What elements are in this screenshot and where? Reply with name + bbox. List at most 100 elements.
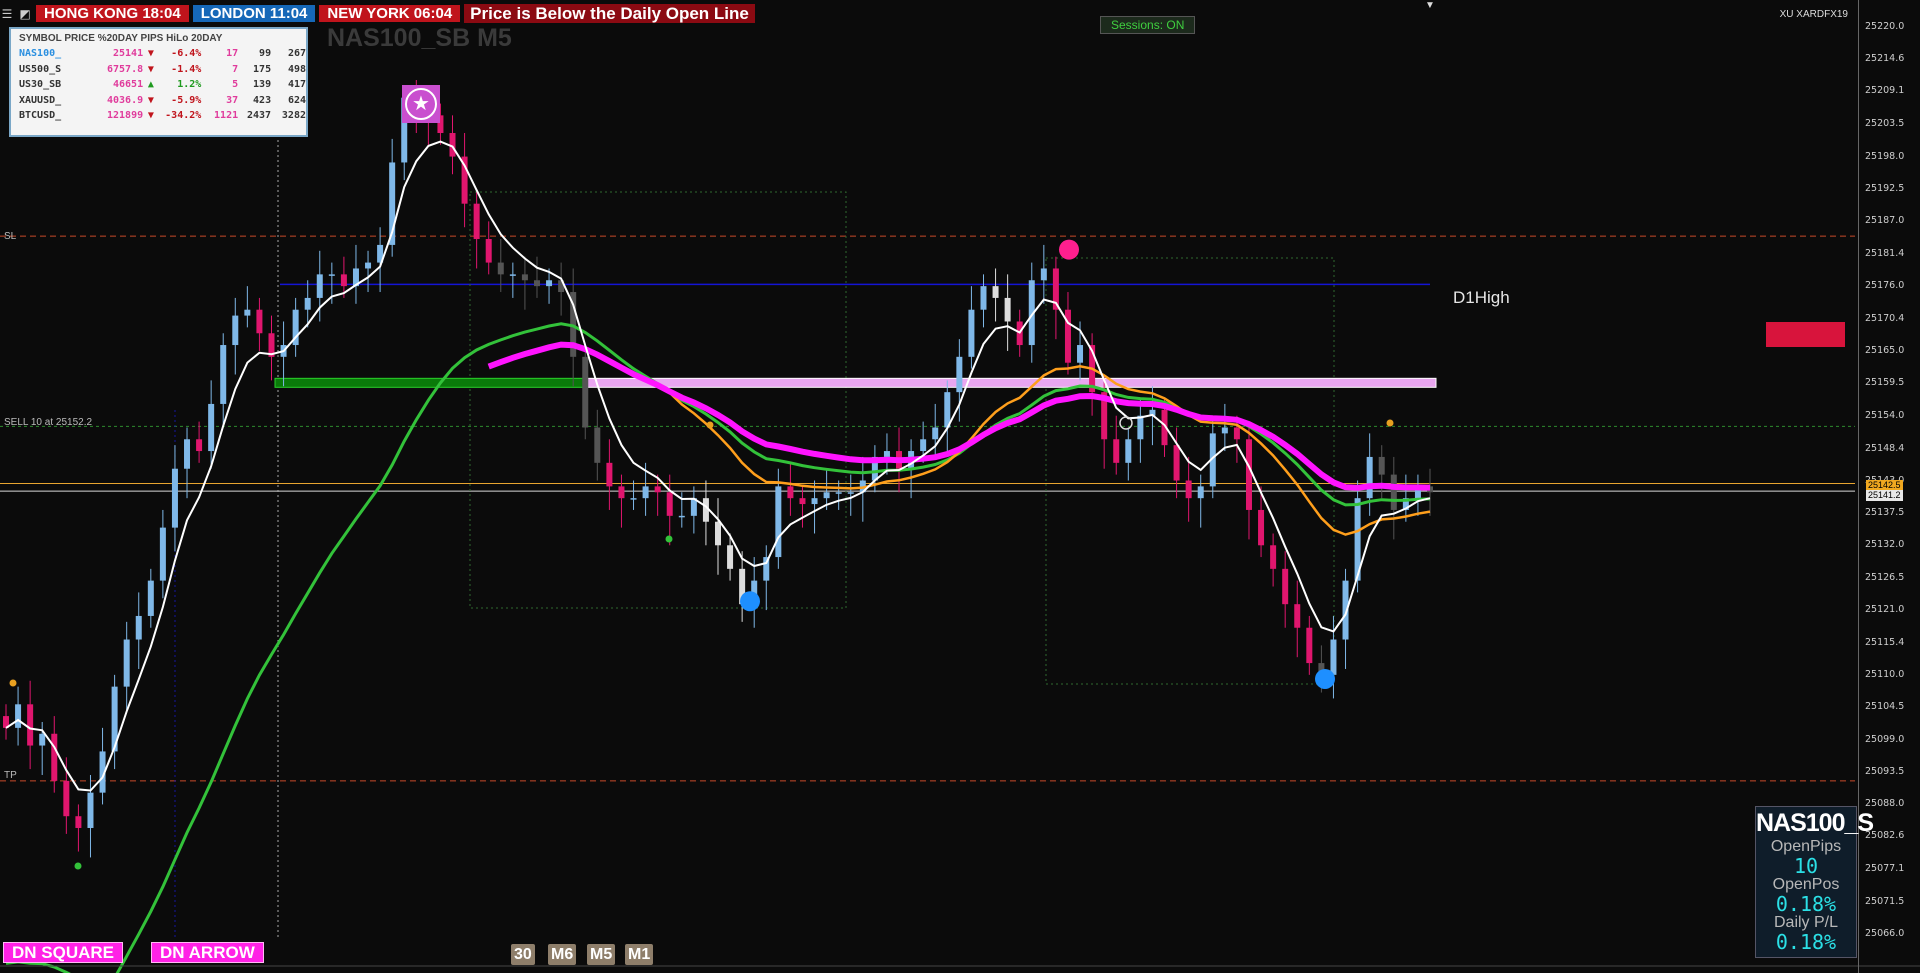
settings-icon[interactable]: ◩ [18, 7, 32, 21]
candle-body [654, 486, 661, 493]
dn-square-button[interactable]: DN SQUARE [3, 942, 124, 963]
candle-body [1306, 627, 1313, 664]
session-bar: ☰ ◩ HONG KONG 18:04 LONDON 11:04 NEW YOR… [0, 4, 755, 23]
tf-m1-button[interactable]: M1 [625, 944, 654, 965]
open-pips-value: 10 [1793, 854, 1819, 878]
price-chart[interactable] [0, 0, 1920, 973]
price-tick: 25165.0 [1865, 344, 1905, 356]
tf-30-button[interactable]: 30 [511, 944, 535, 965]
fractal-dot [706, 421, 714, 429]
candle-body [39, 733, 46, 746]
candle-body [1245, 439, 1252, 510]
candle-body [1004, 297, 1011, 322]
price-tick: 25126.5 [1865, 571, 1905, 583]
candle-body [171, 468, 178, 528]
price-tick: 25110.0 [1865, 668, 1905, 680]
candle-body [63, 780, 70, 817]
signal-dot [740, 591, 760, 612]
broker-label: XU XARDFX19 [1779, 9, 1848, 20]
price-tick: 25137.5 [1865, 506, 1905, 518]
row-symbol: US500_S [19, 63, 62, 75]
tf-m6-button[interactable]: M6 [548, 944, 577, 965]
signal-dot [1315, 668, 1335, 689]
candle-body [75, 816, 82, 828]
price-tick: 25203.5 [1865, 118, 1905, 130]
candle-body [1282, 568, 1289, 605]
open-pos-value: 0.18% [1775, 892, 1837, 916]
candle-body [992, 286, 999, 298]
row-symbol: XAUUSD_ [19, 94, 62, 106]
candle-body [87, 792, 94, 828]
row-arrow: ▼ [147, 48, 154, 60]
row-hilo: 139 [253, 79, 272, 91]
row-price: 6757.8 [106, 63, 144, 75]
symbol-watermark: NAS100_SB M5 [327, 24, 512, 52]
tf-m5-button[interactable]: M5 [587, 944, 616, 965]
row-d20: 267 [287, 48, 306, 60]
demand-zone [274, 377, 586, 388]
price-tick: 25066.0 [1865, 928, 1905, 939]
row-d20: 3282 [281, 110, 306, 122]
candle-body [956, 356, 963, 393]
row-arrow: ▲ [147, 79, 154, 91]
row-hilo: 2437 [247, 110, 272, 122]
row-pct: -6.4% [171, 48, 202, 60]
table-row[interactable]: BTCUSD_ 121899 ▼ -34.2% 1121 2437 3282 [11, 108, 306, 124]
price-tick: 25214.6 [1865, 52, 1905, 64]
price-tick: 25159.5 [1865, 377, 1905, 389]
row-pips: 7 [232, 63, 239, 75]
table-row[interactable]: US30_SB 46651 ▲ 1.2% 5 139 417 [11, 77, 306, 93]
candle-body [51, 733, 58, 781]
price-tick: 25077.1 [1865, 862, 1905, 874]
price-tick: 25071.5 [1865, 895, 1905, 907]
row-d20: 417 [287, 79, 306, 91]
price-tick: 25115.4 [1865, 637, 1905, 649]
sessions-toggle-button[interactable]: Sessions: ON [1100, 16, 1196, 34]
price-tick: 25093.5 [1865, 766, 1905, 778]
candle-body [847, 492, 854, 494]
candle-body [123, 639, 130, 687]
candle-body [196, 439, 203, 452]
table-row[interactable]: NAS100_ 25141 ▼ -6.4% 17 99 267 [11, 46, 306, 62]
candle-body [968, 309, 975, 357]
row-arrow: ▼ [147, 63, 154, 75]
dn-arrow-button[interactable]: DN ARROW [151, 942, 264, 963]
row-arrow: ▼ [147, 94, 154, 106]
sl-label: SL [4, 231, 17, 242]
candle-body [232, 315, 239, 346]
price-tick: 25148.4 [1865, 442, 1905, 454]
row-pips: 5 [232, 79, 239, 91]
candle-body [1185, 480, 1192, 499]
candle-body [787, 486, 794, 499]
candle-body [159, 527, 166, 581]
candle-body [799, 498, 806, 505]
signal-star-icon: ★ [402, 85, 440, 123]
candle-body [340, 274, 347, 287]
chart-shift-caret[interactable]: ▼ [1425, 0, 1435, 11]
price-tick: 25176.0 [1865, 280, 1905, 292]
account-panel: NAS100_S OpenPips 10 OpenPos 0.18% Daily… [1755, 806, 1874, 958]
candle-body [365, 262, 372, 269]
price-tick: 25209.1 [1865, 85, 1905, 97]
candle-body [485, 239, 492, 263]
table-row[interactable]: US500_S 6757.8 ▼ -1.4% 7 175 498 [11, 62, 306, 78]
candle-body [509, 274, 516, 276]
sell-order-label[interactable]: SELL 10 at 25152.2 [4, 417, 92, 428]
price-tick: 25088.0 [1865, 798, 1905, 810]
candle-body [1270, 545, 1277, 569]
daily-open-message: Price is Below the Daily Open Line [464, 4, 755, 23]
candle-body [715, 521, 721, 546]
menu-icon[interactable]: ☰ [0, 7, 14, 21]
sell-indicator-box[interactable] [1766, 322, 1845, 347]
row-pct: -5.9% [171, 94, 202, 106]
candle-body [618, 486, 625, 499]
row-pct: 1.2% [177, 79, 202, 91]
row-price: 4036.9 [106, 94, 144, 106]
table-header: SYMBOL PRICE %20DAY PIPS HiLo 20DAY [19, 33, 223, 44]
candle-body [184, 439, 191, 469]
table-row[interactable]: XAUUSD_ 4036.9 ▼ -5.9% 37 423 624 [11, 93, 306, 109]
candle-body [220, 345, 227, 404]
candle-body [1330, 639, 1337, 675]
candle-body [304, 297, 311, 310]
candle-body [328, 274, 335, 276]
